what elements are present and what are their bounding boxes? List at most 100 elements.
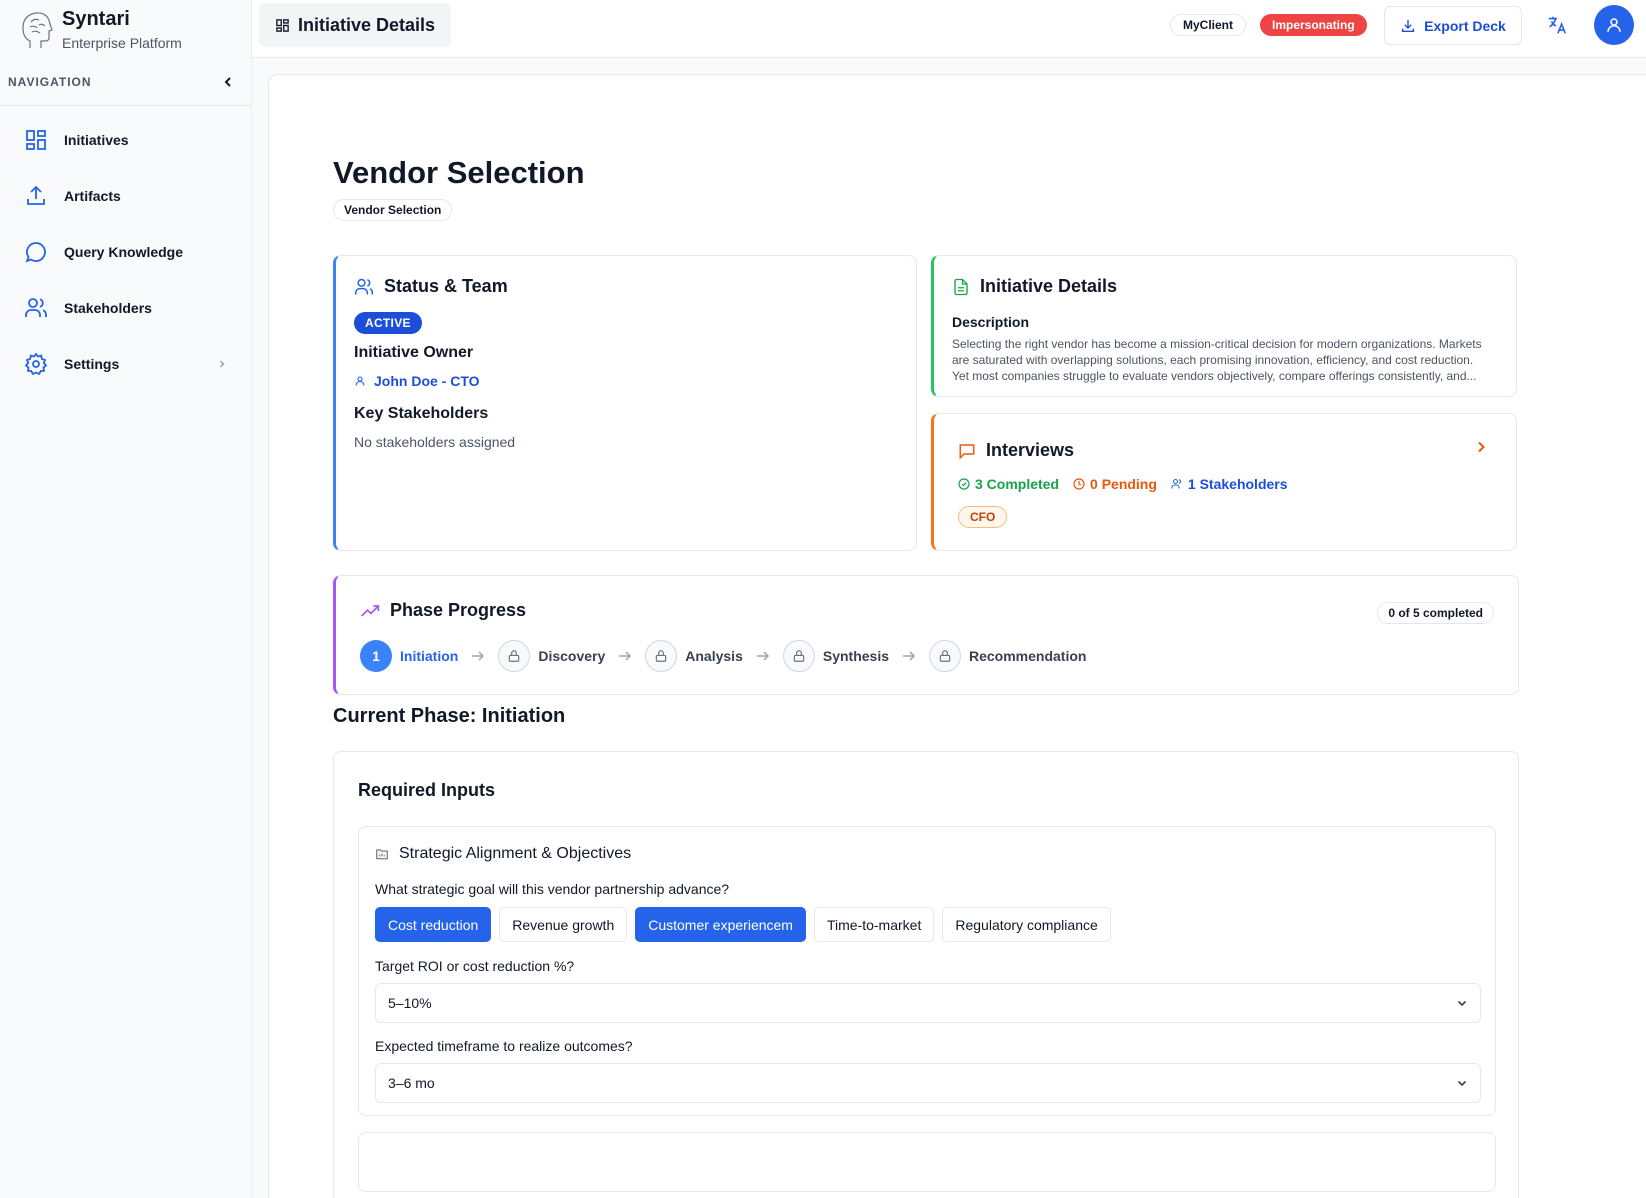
download-icon	[1402, 19, 1415, 32]
option-cost-reduction[interactable]: Cost reduction	[375, 907, 492, 942]
phase-step-synthesis[interactable]: Synthesis	[782, 640, 889, 672]
avatar[interactable]	[1594, 5, 1634, 45]
phase-progress-card: Phase Progress 0 of 5 completed 1 Initia…	[333, 575, 1519, 695]
arrow-right-icon	[756, 651, 769, 661]
required-inputs-card: Required Inputs Strategic Alignment & Ob…	[333, 751, 1519, 1198]
roi-select[interactable]: 5–10%	[375, 983, 1481, 1023]
users-icon	[354, 278, 374, 294]
required-inputs-title: Required Inputs	[358, 780, 496, 800]
description-text: Selecting the right vendor has become a …	[952, 336, 1502, 384]
sidebar-item-label: Settings	[64, 356, 120, 372]
chevron-down-icon	[1457, 1000, 1467, 1007]
breadcrumb-label: Initiative Details	[298, 14, 436, 35]
timeframe-select[interactable]: 3–6 mo	[375, 1063, 1481, 1103]
main-panel: Vendor Selection Vendor Selection Status…	[268, 74, 1646, 1198]
stakeholders-empty-text: No stakeholders assigned	[354, 434, 516, 450]
check-circle-icon	[958, 478, 970, 490]
step-number: 1	[360, 640, 392, 672]
step-label: Recommendation	[969, 648, 1087, 664]
option-revenue-growth[interactable]: Revenue growth	[499, 907, 628, 942]
sidebar-nav: Initiatives Artifacts Query Knowledge St…	[0, 106, 251, 406]
option-regulatory-compliance[interactable]: Regulatory compliance	[942, 907, 1111, 942]
brand[interactable]: Syntari Enterprise Platform	[0, 0, 251, 58]
message-icon	[959, 443, 975, 459]
description-line: are saturated with overlapping solutions…	[952, 353, 1474, 367]
user-icon	[1607, 18, 1621, 32]
lock-icon	[498, 640, 531, 672]
strategic-goal-question: What strategic goal will this vendor par…	[375, 881, 730, 897]
step-label: Analysis	[685, 648, 743, 664]
language-button[interactable]	[1544, 12, 1570, 38]
brand-subtitle: Enterprise Platform	[62, 35, 182, 51]
brain-head-icon	[22, 12, 53, 48]
phase-progress-header: Phase Progress	[360, 600, 526, 621]
chat-bubble-icon	[25, 242, 46, 263]
role-chip: CFO	[958, 506, 1008, 528]
status-badge: ACTIVE	[354, 312, 422, 334]
phase-step-discovery[interactable]: Discovery	[498, 640, 605, 672]
strategic-goal-options: Cost reduction Revenue growth Customer e…	[375, 907, 1111, 942]
initiative-type-tag: Vendor Selection	[333, 199, 453, 221]
export-deck-button[interactable]: Export Deck	[1384, 6, 1522, 45]
lock-icon	[782, 640, 815, 672]
breadcrumb[interactable]: Initiative Details	[259, 3, 452, 47]
brand-name: Syntari	[62, 8, 130, 30]
owner-name: John Doe - CTO	[374, 373, 480, 389]
users-icon	[25, 298, 47, 317]
chevron-down-icon	[1457, 1080, 1467, 1087]
grid-icon	[26, 130, 46, 150]
phase-step-analysis[interactable]: Analysis	[645, 640, 743, 672]
timeframe-question: Expected timeframe to realize outcomes?	[375, 1038, 633, 1054]
sidebar: Syntari Enterprise Platform NAVIGATION I…	[0, 0, 252, 1198]
chevron-right-icon[interactable]	[1474, 440, 1488, 454]
grid-icon	[276, 18, 289, 32]
trending-up-icon	[361, 604, 380, 617]
key-stakeholders-heading: Key Stakeholders	[354, 405, 489, 422]
export-deck-label: Export Deck	[1424, 17, 1506, 34]
option-time-to-market[interactable]: Time-to-market	[813, 907, 935, 942]
roi-select-value: 5–10%	[388, 995, 432, 1011]
collapse-sidebar-button[interactable]	[213, 67, 243, 97]
arrow-right-icon	[619, 651, 632, 661]
sidebar-item-label: Artifacts	[64, 188, 121, 204]
folder-chart-icon	[376, 849, 388, 860]
description-label: Description	[952, 314, 1030, 330]
sidebar-item-query-knowledge[interactable]: Query Knowledge	[10, 228, 241, 276]
upload-icon	[27, 185, 45, 205]
completed-count: 3 Completed	[975, 476, 1060, 492]
description-line: Yet most companies struggle to evaluate …	[952, 369, 1477, 383]
phase-steps: 1 Initiation Discovery Analysis Synthesi…	[360, 640, 1086, 672]
sidebar-item-initiatives[interactable]: Initiatives	[10, 116, 241, 164]
completed-stat: 3 Completed	[958, 476, 1059, 492]
phase-step-recommendation[interactable]: Recommendation	[929, 640, 1086, 672]
arrow-right-icon	[472, 651, 485, 661]
section-header: Strategic Alignment & Objectives	[375, 845, 631, 863]
sidebar-item-stakeholders[interactable]: Stakeholders	[10, 284, 241, 332]
nav-header-label: NAVIGATION	[8, 74, 92, 89]
lock-icon	[929, 640, 961, 672]
client-chip[interactable]: MyClient	[1170, 14, 1247, 36]
sidebar-item-label: Query Knowledge	[64, 244, 184, 260]
strategic-alignment-section: Strategic Alignment & Objectives What st…	[358, 826, 1496, 1116]
phase-count-badge: 0 of 5 completed	[1377, 602, 1494, 624]
phase-progress-title: Phase Progress	[390, 600, 527, 620]
step-label: Synthesis	[822, 648, 889, 664]
current-phase-heading: Current Phase: Initiation	[333, 705, 566, 727]
details-header: Initiative Details	[952, 276, 1117, 297]
initiative-details-card[interactable]: Initiative Details Description Selecting…	[931, 255, 1517, 397]
lock-icon	[645, 640, 678, 672]
users-icon	[1171, 478, 1181, 489]
initiative-owner-link[interactable]: John Doe - CTO	[354, 373, 480, 389]
details-title: Initiative Details	[980, 276, 1118, 296]
interviews-card[interactable]: Interviews 3 Completed 0 Pending 1 Stake…	[931, 413, 1517, 551]
impersonating-badge[interactable]: Impersonating	[1260, 14, 1367, 36]
next-input-section	[358, 1132, 1496, 1192]
option-customer-experience[interactable]: Customer experiencem	[635, 907, 806, 942]
pending-count: 0 Pending	[1090, 476, 1157, 492]
chevron-right-icon	[219, 360, 225, 368]
sidebar-item-settings[interactable]: Settings	[10, 340, 241, 388]
phase-step-initiation[interactable]: 1 Initiation	[360, 640, 458, 672]
interview-stats: 3 Completed 0 Pending 1 Stakeholders	[958, 476, 1302, 492]
sidebar-item-artifacts[interactable]: Artifacts	[10, 172, 241, 220]
interviews-title: Interviews	[986, 440, 1075, 460]
